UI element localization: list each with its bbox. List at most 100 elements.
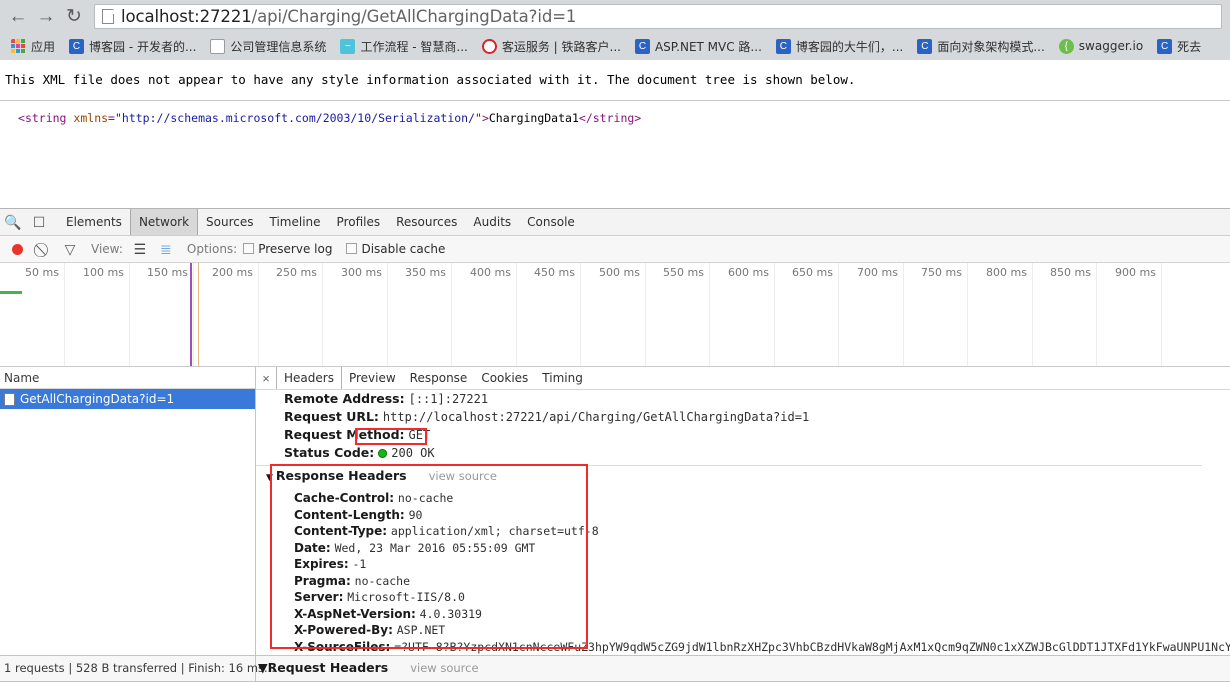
header-value: Wed, 23 Mar 2016 05:55:09 GMT xyxy=(334,540,536,555)
timeline-tick-label: 50 ms xyxy=(25,266,59,279)
timeline-tick xyxy=(387,263,388,366)
timeline-tick xyxy=(903,263,904,366)
section-label: Request Headers xyxy=(267,660,389,675)
preserve-log-checkbox[interactable]: Preserve log xyxy=(243,242,332,256)
bookmarks-bar: 应用 博客园 - 开发者的... 公司管理信息系统 工作流程 - 智慧商... … xyxy=(0,32,1230,60)
tab-elements[interactable]: Elements xyxy=(58,209,130,235)
view-label: View: xyxy=(91,242,123,256)
header-key: X-AspNet-Version: xyxy=(294,606,416,621)
page-viewport: This XML file does not appear to have an… xyxy=(0,60,1230,208)
network-timeline-overview[interactable]: 50 ms 100 ms 150 ms 200 ms 250 ms 300 ms 350 m… xyxy=(0,263,1230,367)
list-view-icon[interactable]: ☰ xyxy=(129,238,151,260)
general-row-request-method: Request Method: GET xyxy=(284,426,1230,444)
header-row-cache-control: Cache-Control: no-cache xyxy=(294,490,1230,507)
timeline-tick xyxy=(774,263,775,366)
close-icon[interactable]: × xyxy=(256,367,276,389)
field-value: http://localhost:27221/api/Charging/GetA… xyxy=(382,410,810,424)
field-value: [::1]:27221 xyxy=(408,392,489,406)
bookmark-item-6[interactable]: 博客园的大牛们，... xyxy=(769,35,910,57)
timeline-tick-label: 600 ms xyxy=(728,266,769,279)
tab-response[interactable]: Response xyxy=(403,367,475,389)
options-label: Options: xyxy=(186,242,238,256)
column-header-name[interactable]: Name xyxy=(0,367,255,389)
bookmark-item-9[interactable]: 死去 xyxy=(1150,35,1208,57)
back-icon[interactable]: ← xyxy=(4,2,32,30)
url-path: /api/Charging/GetAllChargingData?id=1 xyxy=(251,7,577,26)
header-row-date: Date: Wed, 23 Mar 2016 05:55:09 GMT xyxy=(294,540,1230,557)
bookmark-item-7[interactable]: 面向对象架构模式... xyxy=(910,35,1051,57)
view-source-link[interactable]: view source xyxy=(429,469,497,483)
requests-list-panel: Name GetAllChargingData?id=1 xyxy=(0,367,256,655)
record-button[interactable] xyxy=(12,243,23,255)
browser-toolbar: ← → ↻ localhost:27221/api/Charging/GetAl… xyxy=(0,0,1230,32)
table-row[interactable]: GetAllChargingData?id=1 xyxy=(0,389,255,409)
response-headers-section-title[interactable]: ▼ Response Headers view source xyxy=(266,466,1230,488)
timeline-tick xyxy=(64,263,65,366)
network-footer: 1 requests | 528 B transferred | Finish:… xyxy=(0,655,1230,682)
bookmark-label: swagger.io xyxy=(1078,39,1144,53)
bookmark-label: ASP.NET MVC 路... xyxy=(654,39,762,54)
general-row-remote-address: Remote Address: [::1]:27221 xyxy=(284,390,1230,408)
tab-resources[interactable]: Resources xyxy=(388,209,465,235)
request-name: GetAllChargingData?id=1 xyxy=(20,392,175,406)
timeline-tick xyxy=(709,263,710,366)
request-headers-section-title[interactable]: ▼Request Headers view source xyxy=(258,658,479,678)
header-row-content-type: Content-Type: application/xml; charset=u… xyxy=(294,523,1230,540)
header-key: Expires: xyxy=(294,557,349,571)
timeline-tick-label: 450 ms xyxy=(534,266,575,279)
tab-network[interactable]: Network xyxy=(129,209,199,235)
timeline-tick xyxy=(129,263,130,366)
bookmark-item-8[interactable]: swagger.io xyxy=(1052,35,1150,57)
tab-cookies[interactable]: Cookies xyxy=(474,367,535,389)
url-host: localhost:27221 xyxy=(121,7,252,26)
tab-preview[interactable]: Preview xyxy=(342,367,403,389)
header-key: X-SourceFiles: xyxy=(294,639,391,654)
tab-console[interactable]: Console xyxy=(519,209,583,235)
timeline-tick-label: 550 ms xyxy=(663,266,704,279)
status-ok-indicator-icon xyxy=(378,449,388,458)
xml-text-node: ChargingData1 xyxy=(488,111,579,125)
tab-timing[interactable]: Timing xyxy=(535,367,590,389)
header-row-x-powered-by: X-Powered-By: ASP.NET xyxy=(294,622,1230,639)
device-toolbar-icon[interactable]: ☐ xyxy=(26,209,52,235)
bookmark-item-0[interactable]: 应用 xyxy=(4,35,62,57)
xml-document-tree: <string xmlns="http://schemas.microsoft.… xyxy=(18,111,642,125)
timeline-tick-label: 850 ms xyxy=(1050,266,1091,279)
bookmark-item-1[interactable]: 博客园 - 开发者的... xyxy=(62,35,203,57)
filmstrip-view-icon[interactable]: ≣ xyxy=(155,238,177,260)
bookmark-item-3[interactable]: 工作流程 - 智慧商... xyxy=(333,35,474,57)
inspect-search-icon[interactable]: 🔍 xyxy=(0,209,26,235)
devtools-tabs: Elements Network Sources Timeline Profil… xyxy=(58,209,583,235)
header-key: Content-Length: xyxy=(294,507,405,522)
header-row-server: Server: Microsoft-IIS/8.0 xyxy=(294,589,1230,606)
bookmark-item-4[interactable]: 客运服务 | 铁路客户... xyxy=(475,35,628,57)
network-content: Name GetAllChargingData?id=1 × Headers P… xyxy=(0,367,1230,655)
bookmark-item-5[interactable]: ASP.NET MVC 路... xyxy=(628,35,769,57)
tab-audits[interactable]: Audits xyxy=(465,209,519,235)
filter-icon[interactable]: ▽ xyxy=(59,238,81,260)
bookmark-label: 博客园 - 开发者的... xyxy=(89,39,197,54)
tab-timeline[interactable]: Timeline xyxy=(262,209,329,235)
disable-cache-checkbox[interactable]: Disable cache xyxy=(346,242,445,256)
tab-headers[interactable]: Headers xyxy=(276,367,342,389)
overview-request-bar xyxy=(0,291,22,294)
checkbox-box xyxy=(346,243,358,254)
view-source-link[interactable]: view source xyxy=(410,661,478,675)
timeline-tick-label: 150 ms xyxy=(147,266,188,279)
tab-profiles[interactable]: Profiles xyxy=(329,209,389,235)
clear-icon[interactable]: ⃠ xyxy=(33,238,55,260)
header-key: Content-Type: xyxy=(294,524,388,538)
header-value: Microsoft-IIS/8.0 xyxy=(347,590,465,604)
timeline-ruler: 50 ms 100 ms 150 ms 200 ms 250 ms 300 ms 350 m… xyxy=(0,263,1230,366)
bookmark-label: 工作流程 - 智慧商... xyxy=(360,39,468,54)
address-bar[interactable]: localhost:27221/api/Charging/GetAllCharg… xyxy=(94,4,1222,29)
timeline-tick xyxy=(1161,263,1162,366)
reload-icon[interactable]: ↻ xyxy=(60,2,88,30)
timeline-tick-label: 500 ms xyxy=(599,266,640,279)
header-row-expires: Expires: -1 xyxy=(294,556,1230,573)
timeline-tick xyxy=(451,263,452,366)
forward-icon[interactable]: → xyxy=(32,2,60,30)
timeline-tick-label: 650 ms xyxy=(792,266,833,279)
bookmark-item-2[interactable]: 公司管理信息系统 xyxy=(203,35,333,57)
tab-sources[interactable]: Sources xyxy=(198,209,261,235)
